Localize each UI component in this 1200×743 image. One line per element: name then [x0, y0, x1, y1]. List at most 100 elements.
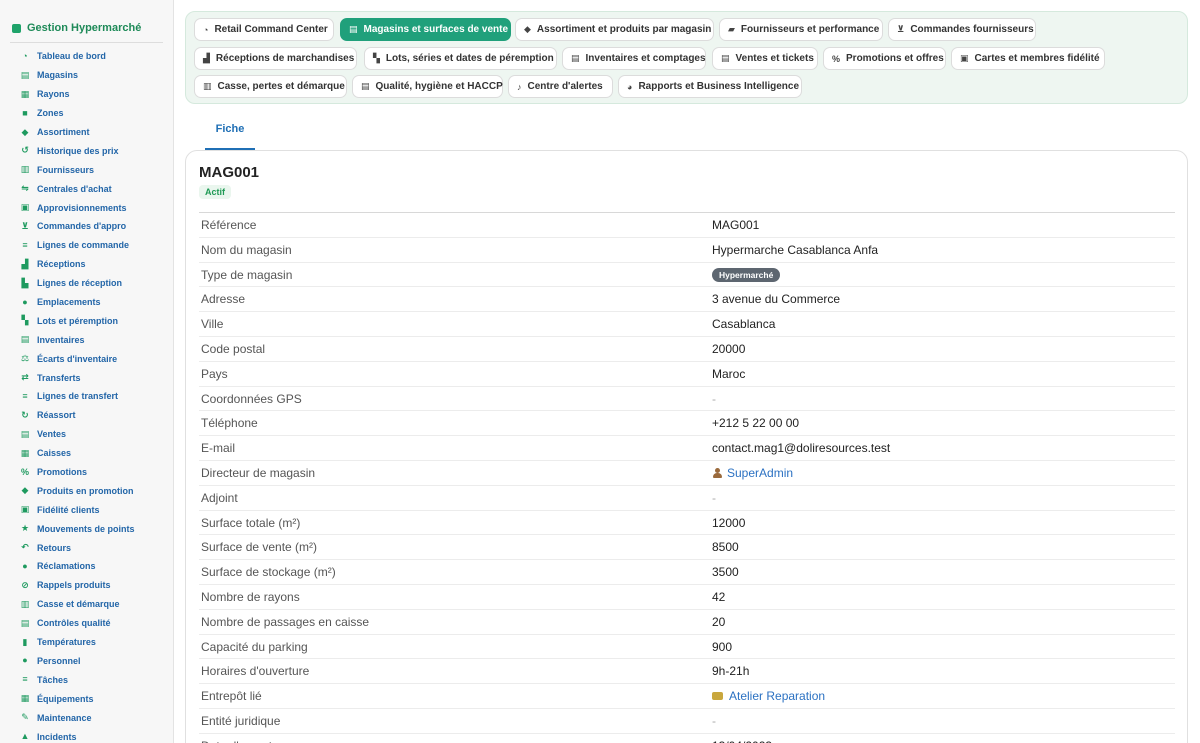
store-type-badge: Hypermarché [712, 267, 781, 282]
user-link[interactable]: SuperAdmin [712, 466, 793, 480]
nav-tab-label: Inventaires et comptages [585, 53, 706, 64]
clipboard-icon: ▤ [20, 334, 30, 345]
nav-tab-commandes-fournisseurs[interactable]: ⊻ Commandes fournisseurs [888, 18, 1036, 41]
clipboard-icon: ▤ [571, 53, 580, 63]
nav-tab-rapports-et-business-intelligence[interactable]: ◕ Rapports et Business Intelligence [618, 75, 802, 98]
sidebar-item-caisses[interactable]: ▦ Caisses [0, 444, 173, 463]
sidebar-item-historique-des-prix[interactable]: ↺ Historique des prix [0, 141, 173, 160]
sidebar: Gestion Hypermarché ◔ Tableau de bord ▤ Mag… [0, 0, 174, 743]
sidebar-item-centrales-d-achat[interactable]: ⇋ Centrales d'achat [0, 179, 173, 198]
nav-tab-lots-series-et-dates-de-peremption[interactable]: ▚ Lots, séries et dates de péremption [364, 47, 557, 70]
sidebar-item-label: Incidents [37, 731, 77, 742]
sidebar-item-retours[interactable]: ↶ Retours [0, 538, 173, 557]
sidebar-item-reassort[interactable]: ↻ Réassort [0, 406, 173, 425]
sidebar-item-mouvements-de-points[interactable]: ★ Mouvements de points [0, 519, 173, 538]
sidebar-item-assortiment[interactable]: ◆ Assortiment [0, 123, 173, 142]
nav-tab-retail-command-center[interactable]: ◔ Retail Command Center [194, 18, 334, 41]
nav-tab-assortiment-et-produits-par-magasin[interactable]: ◆ Assortiment et produits par magasin [515, 18, 714, 41]
link-text[interactable]: SuperAdmin [727, 466, 793, 480]
nav-tab-label: Fournisseurs et performance [740, 24, 880, 35]
nav-tab-qualite-hygiene-et-haccp[interactable]: ▤ Qualité, hygiène et HACCP [352, 75, 503, 98]
sidebar-item-fournisseurs[interactable]: ▥ Fournisseurs [0, 160, 173, 179]
sidebar-item-maintenance[interactable]: ✎ Maintenance [0, 708, 173, 727]
tab-fiche[interactable]: Fiche [205, 110, 255, 150]
sidebar-item-personnel[interactable]: ● Personnel [0, 652, 173, 671]
sidebar-item-commandes-d-appro[interactable]: ⊻ Commandes d'appro [0, 217, 173, 236]
sidebar-item-reclamations[interactable]: ● Réclamations [0, 557, 173, 576]
nav-tab-fournisseurs-et-performance[interactable]: ▰ Fournisseurs et performance [719, 18, 883, 41]
comment-icon: ● [22, 560, 28, 571]
nav-tab-receptions-de-marchandises[interactable]: ▟ Réceptions de marchandises [194, 47, 357, 70]
sidebar-item-inventaires[interactable]: ▤ Inventaires [0, 330, 173, 349]
nav-tab-label: Assortiment et produits par magasin [536, 24, 712, 35]
cubes-icon: ▚ [21, 315, 29, 326]
sidebar-item-lignes-de-transfert[interactable]: ≡ Lignes de transfert [0, 387, 173, 406]
field-row-capacite-du-parking: Capacité du parking 900 [199, 635, 1175, 660]
sidebar-item-rappels-produits[interactable]: ⊘ Rappels produits [0, 576, 173, 595]
field-value: 13/04/2023 [712, 739, 772, 743]
field-row-type-de-magasin: Type de magasin Hypermarché [199, 263, 1175, 288]
field-label: Ville [201, 317, 224, 332]
nav-tab-inventaires-et-comptages[interactable]: ▤ Inventaires et comptages [562, 47, 706, 70]
field-row-reference: Référence MAG001 [199, 213, 1175, 238]
sidebar-item-lignes-de-commande[interactable]: ≡ Lignes de commande [0, 236, 173, 255]
nav-tab-centre-d-alertes[interactable]: ♪ Centre d'alertes [508, 75, 613, 98]
field-label: Directeur de magasin [201, 465, 316, 480]
sidebar-item-label: Retours [37, 542, 72, 553]
sidebar-item-label: Magasins [37, 70, 79, 81]
sidebar-item-ecarts-d-inventaire[interactable]: ⚖ Écarts d'inventaire [0, 349, 173, 368]
field-label: Date d'ouverture [201, 739, 289, 743]
sidebar-item-lots-et-peremption[interactable]: ▚ Lots et péremption [0, 311, 173, 330]
sidebar-item-lignes-de-reception[interactable]: ▙ Lignes de réception [0, 274, 173, 293]
warehouse-link[interactable]: Atelier Reparation [712, 689, 825, 703]
sidebar-item-emplacements[interactable]: ● Emplacements [0, 293, 173, 312]
truck-icon: ▰ [728, 24, 735, 34]
sidebar-item-label: Transferts [37, 372, 81, 383]
nav-tab-label: Commandes fournisseurs [910, 24, 1034, 35]
star-icon: ★ [20, 523, 30, 534]
thermometer-icon: ▮ [22, 636, 28, 647]
field-row-e-mail: E-mail contact.mag1@doliresources.test [199, 436, 1175, 461]
nav-tab-label: Casse, pertes et démarque [217, 81, 345, 92]
sidebar-item-approvisionnements[interactable]: ▣ Approvisionnements [0, 198, 173, 217]
list-icon: ≡ [22, 239, 28, 250]
sidebar-item-promotions[interactable]: % Promotions [0, 463, 173, 482]
sidebar-item-temperatures[interactable]: ▮ Températures [0, 633, 173, 652]
sidebar-item-label: Équipements [37, 693, 94, 704]
sidebar-item-taches[interactable]: ≡ Tâches [0, 670, 173, 689]
nav-tab-promotions-et-offres[interactable]: % Promotions et offres [823, 47, 946, 70]
sidebar-item-equipements[interactable]: ▦ Équipements [0, 689, 173, 708]
sidebar-item-receptions[interactable]: ▟ Réceptions [0, 255, 173, 274]
sidebar-item-rayons[interactable]: ▦ Rayons [0, 85, 173, 104]
sidebar-item-tableau-de-bord[interactable]: ◔ Tableau de bord [0, 47, 173, 66]
nav-tab-ventes-et-tickets[interactable]: ▤ Ventes et tickets [712, 47, 818, 70]
nav-tab-label: Magasins et surfaces de vente [363, 24, 509, 35]
sidebar-item-casse-et-demarque[interactable]: ▥ Casse et démarque [0, 595, 173, 614]
sidebar-item-incidents[interactable]: ▲ Incidents [0, 727, 173, 743]
balance-icon: ⚖ [20, 353, 30, 364]
sidebar-item-magasins[interactable]: ▤ Magasins [0, 66, 173, 85]
sidebar-item-transferts[interactable]: ⇄ Transferts [0, 368, 173, 387]
chart-pie-icon: ◕ [627, 81, 633, 92]
sidebar-item-ventes[interactable]: ▤ Ventes [0, 425, 173, 444]
sidebar-item-label: Fournisseurs [37, 164, 95, 175]
clipboard-check-icon: ▤ [361, 81, 370, 91]
field-label: Référence [201, 218, 257, 232]
sidebar-item-produits-en-promotion[interactable]: ◆ Produits en promotion [0, 481, 173, 500]
nav-tab-cartes-et-membres-fidelite[interactable]: ▣ Cartes et membres fidélité [951, 47, 1105, 70]
sidebar-app-title[interactable]: Gestion Hypermarché [0, 0, 173, 36]
nav-tab-magasins-et-surfaces-de-vente[interactable]: ▤ Magasins et surfaces de vente [340, 18, 511, 41]
sidebar-item-controles-qualite[interactable]: ▤ Contrôles qualité [0, 614, 173, 633]
sidebar-item-zones[interactable]: ■ Zones [0, 104, 173, 123]
link-text[interactable]: Atelier Reparation [729, 689, 825, 703]
percent-icon: % [832, 53, 841, 64]
sidebar-item-label: Caisses [37, 448, 72, 459]
sidebar-item-label: Réclamations [37, 561, 96, 572]
nav-tab-casse-pertes-et-demarque[interactable]: ▥ Casse, pertes et démarque [194, 75, 347, 98]
field-row-ville: Ville Casablanca [199, 312, 1175, 337]
field-label: Nom du magasin [201, 242, 292, 257]
nav-tab-label: Cartes et membres fidélité [974, 53, 1100, 64]
field-label: Surface totale (m²) [201, 515, 301, 530]
sidebar-item-fidelite-clients[interactable]: ▣ Fidélité clients [0, 500, 173, 519]
receipt-icon: ▤ [20, 428, 30, 439]
